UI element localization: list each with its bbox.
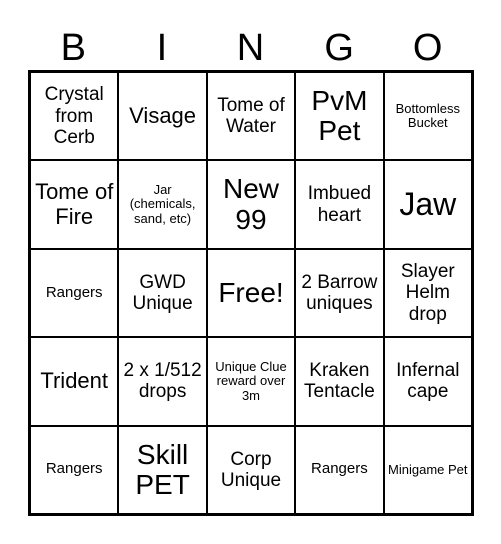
bingo-cell[interactable]: Free! [206,248,296,338]
bingo-cell[interactable]: Corp Unique [206,425,296,514]
bingo-header: B I N G O [29,26,472,70]
bingo-cell-label: Jar (chemicals, sand, etc) [129,181,196,226]
bingo-cell-label: GWD Unique [132,271,193,314]
header-letter-i: I [156,27,168,69]
bingo-cell[interactable]: Trident [30,337,119,426]
bingo-cell[interactable]: Jaw [383,160,472,249]
bingo-cell[interactable]: Rangers [295,425,384,514]
bingo-cell-label: Unique Clue reward over 3m [215,358,287,403]
bingo-cell[interactable]: Jar (chemicals, sand, etc) [118,160,207,249]
bingo-cell-label: Infernal cape [396,360,460,403]
bingo-cell-label: Rangers [45,283,103,301]
bingo-cell[interactable]: Minigame Pet [383,425,472,514]
bingo-cell[interactable]: Bottomless Bucket [383,72,472,161]
header-letter-g: G [324,27,354,69]
bingo-cell[interactable]: Infernal cape [383,337,472,426]
bingo-cell-label: PvM Pet [311,84,368,147]
bingo-cell-label: New 99 [222,173,279,235]
bingo-cell-label: Jaw [399,185,457,222]
bingo-cell[interactable]: Kraken Tentacle [295,337,384,426]
bingo-board: Crystal from Cerb Visage Tome of Water PvM … [28,70,474,516]
bingo-cell-label: 2 Barrow uniques [301,271,378,314]
bingo-cell[interactable]: GWD Unique [118,248,207,338]
bingo-cell[interactable]: PvM Pet [295,72,384,161]
bingo-cell-label: Kraken Tentacle [304,360,375,403]
bingo-cell-label: Tome of Water [217,94,285,138]
bingo-cell-label: Slayer Helm drop [400,261,455,325]
bingo-cell[interactable]: Rangers [30,248,119,338]
bingo-cell[interactable]: Unique Clue reward over 3m [206,337,296,426]
bingo-cell-label: Tome of Fire [35,178,114,229]
bingo-cell-label: Rangers [311,460,368,478]
header-letter-b: B [60,27,86,69]
bingo-cell-label: Corp Unique [220,448,282,491]
bingo-cell[interactable]: 2 Barrow uniques [295,248,384,338]
bingo-cell-label: Rangers [45,460,103,478]
bingo-cell-label: Crystal from Cerb [44,84,104,148]
bingo-cell[interactable]: Visage [118,72,207,161]
bingo-cell-label: Minigame Pet [388,461,468,477]
header-letter-n: N [236,27,265,69]
bingo-cell[interactable]: Tome of Water [206,72,296,161]
bingo-cell[interactable]: 2 x 1/512 drops [118,337,207,426]
bingo-cell-label: Trident [40,368,109,394]
bingo-cell[interactable]: Crystal from Cerb [30,72,119,161]
bingo-cell-label: 2 x 1/512 drops [123,360,202,403]
bingo-cell[interactable]: Imbued heart [295,160,384,249]
bingo-cell-label: Bottomless Bucket [395,100,460,131]
bingo-cell-label: Imbued heart [307,183,372,226]
bingo-cell-label: Free! [218,276,284,308]
bingo-cell[interactable]: Tome of Fire [30,160,119,249]
bingo-cell[interactable]: Slayer Helm drop [383,248,472,338]
bingo-cell-label: Skill PET [135,438,190,500]
header-letter-o: O [412,27,443,69]
bingo-cell-label: Visage [129,102,197,128]
bingo-cell[interactable]: New 99 [206,160,296,249]
bingo-cell[interactable]: Skill PET [118,425,207,514]
bingo-cell[interactable]: Rangers [30,425,119,514]
